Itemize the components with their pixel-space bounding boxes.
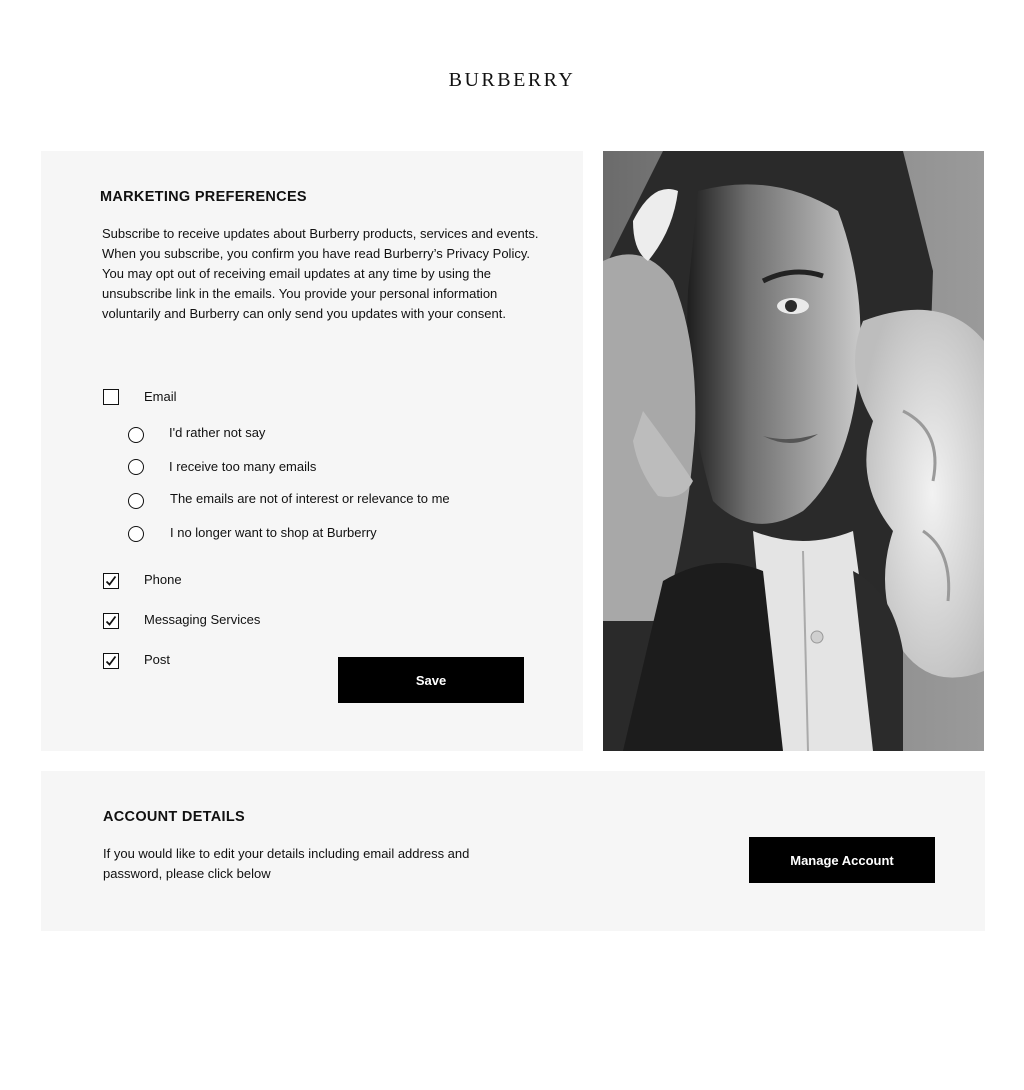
checkmark-icon <box>105 655 117 666</box>
phone-checkbox-label[interactable]: Phone <box>144 572 182 588</box>
checkmark-icon <box>105 615 117 626</box>
reason-radio-no-longer-shop[interactable] <box>128 526 144 542</box>
messaging-services-checkbox-label[interactable]: Messaging Services <box>144 612 260 628</box>
post-checkbox-label[interactable]: Post <box>144 652 170 668</box>
manage-account-button[interactable]: Manage Account <box>749 837 935 883</box>
editorial-photo <box>603 151 984 751</box>
burberry-logo[interactable]: BURBERRY <box>0 68 1024 92</box>
reason-label-too-many-emails[interactable]: I receive too many emails <box>169 459 316 475</box>
checkmark-icon <box>105 575 117 586</box>
portrait-image <box>603 151 984 751</box>
account-details-title: ACCOUNT DETAILS <box>103 809 245 825</box>
reason-label-rather-not-say[interactable]: I'd rather not say <box>169 425 265 441</box>
account-details-description: If you would like to edit your details i… <box>103 846 470 881</box>
reason-radio-too-many-emails[interactable] <box>128 459 144 475</box>
save-button[interactable]: Save <box>338 657 524 703</box>
post-checkbox[interactable] <box>103 653 119 669</box>
phone-checkbox[interactable] <box>103 573 119 589</box>
messaging-services-checkbox[interactable] <box>103 613 119 629</box>
marketing-preferences-title: MARKETING PREFERENCES <box>100 189 307 205</box>
account-details-panel: ACCOUNT DETAILS If you would like to edi… <box>41 771 985 931</box>
email-checkbox[interactable] <box>103 389 119 405</box>
marketing-preferences-panel: MARKETING PREFERENCES Subscribe to recei… <box>41 151 583 751</box>
reason-radio-not-relevant[interactable] <box>128 493 144 509</box>
reason-label-no-longer-shop[interactable]: I no longer want to shop at Burberry <box>170 525 377 541</box>
email-checkbox-label[interactable]: Email <box>144 389 177 405</box>
reason-radio-rather-not-say[interactable] <box>128 427 144 443</box>
marketing-preferences-description: Subscribe to receive updates about Burbe… <box>102 226 539 321</box>
reason-label-not-relevant[interactable]: The emails are not of interest or releva… <box>170 491 450 507</box>
